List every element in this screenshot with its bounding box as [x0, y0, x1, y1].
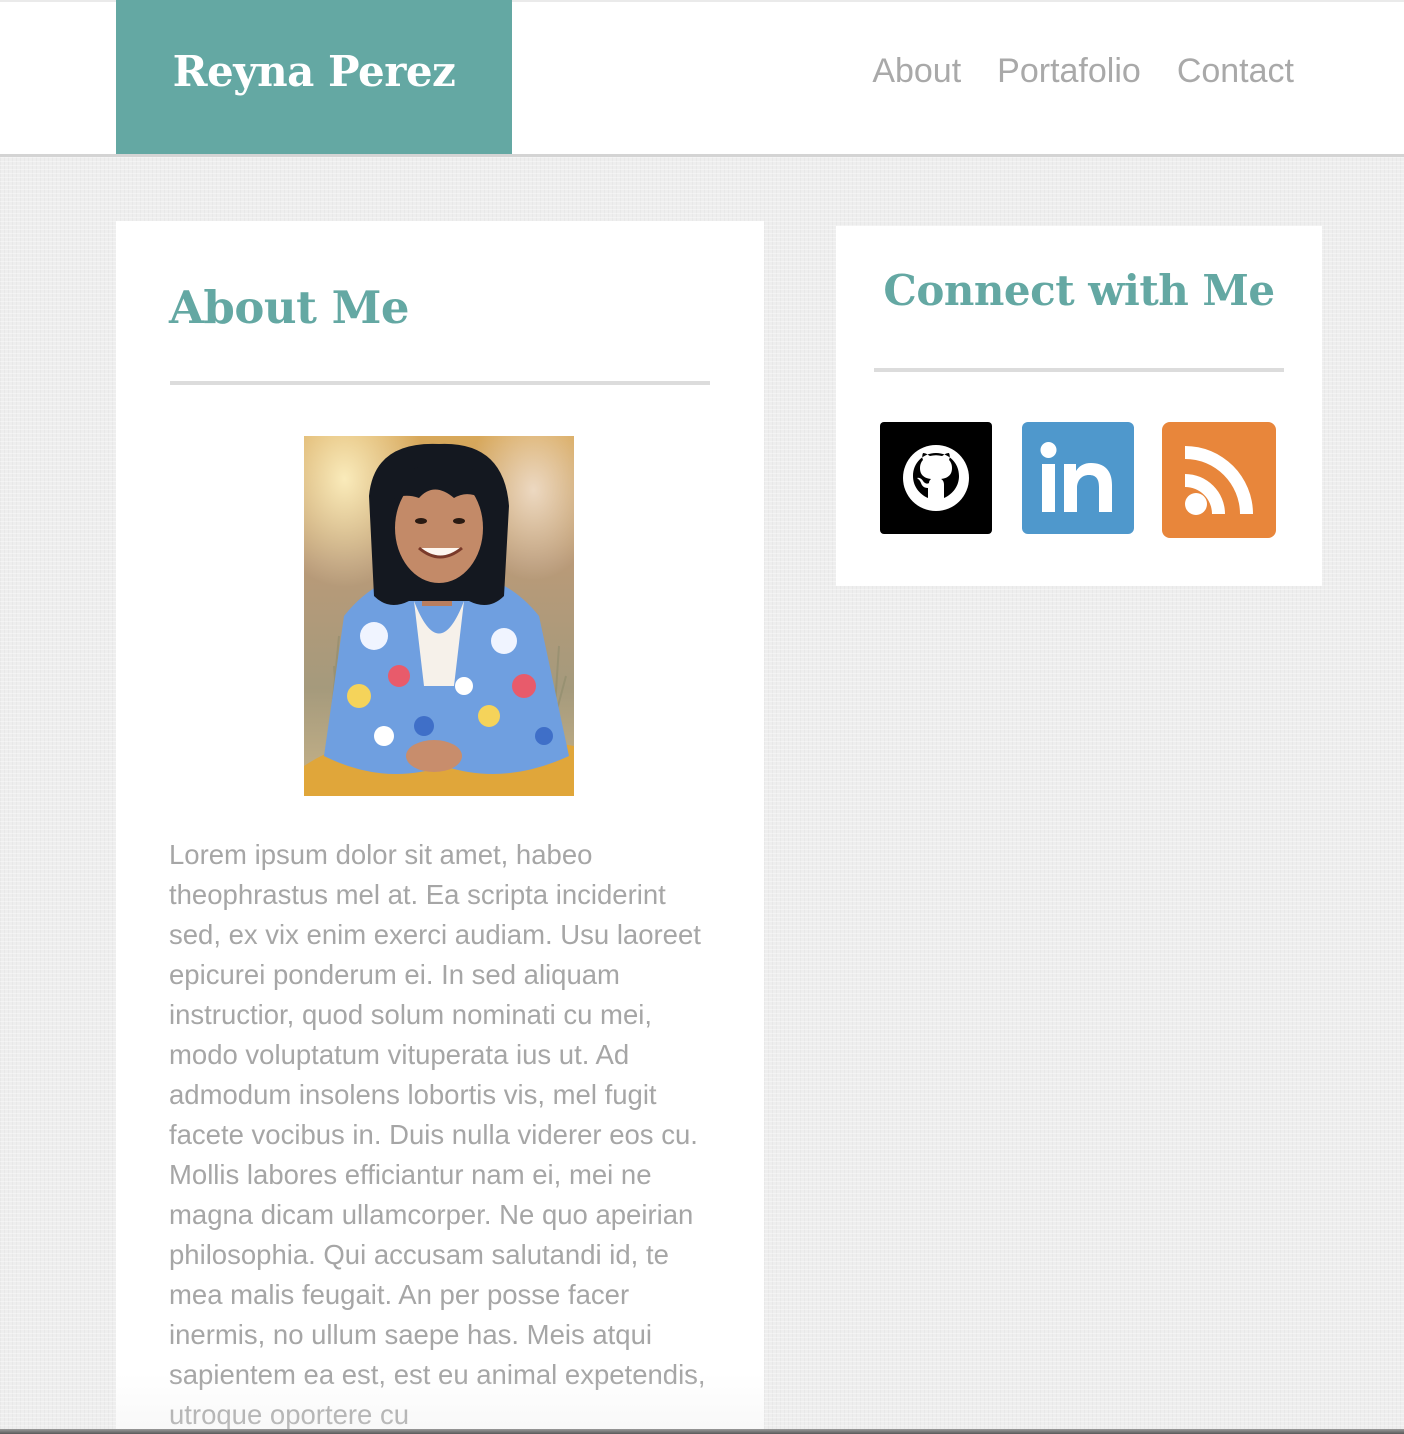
about-divider: [170, 381, 710, 385]
site-header: Reyna Perez About Portafolio Contact: [0, 0, 1404, 157]
rss-icon[interactable]: [1162, 422, 1276, 538]
main-nav: About Portafolio Contact: [872, 52, 1294, 91]
linkedin-icon[interactable]: [1022, 422, 1134, 534]
connect-divider: [874, 368, 1284, 372]
linkedin-link[interactable]: [1022, 422, 1134, 534]
profile-photo: [304, 436, 574, 796]
about-paragraph: Lorem ipsum dolor sit amet, habeo theoph…: [169, 839, 706, 1430]
github-link[interactable]: [880, 422, 992, 534]
bottom-border: [0, 1429, 1404, 1434]
logo-text[interactable]: Reyna Perez: [173, 47, 456, 96]
about-card: About Me Lorem ipsum dolor sit amet, hab…: [116, 221, 764, 1434]
nav-link-contact[interactable]: Contact: [1177, 52, 1294, 91]
connect-card: Connect with Me: [836, 226, 1322, 586]
about-title: About Me: [169, 281, 410, 334]
nav-link-about[interactable]: About: [872, 52, 961, 91]
connect-title: Connect with Me: [883, 266, 1275, 315]
github-icon[interactable]: [880, 422, 992, 534]
rss-link[interactable]: [1162, 422, 1276, 538]
profile-photo-illustration: [304, 436, 574, 796]
nav-link-portafolio[interactable]: Portafolio: [997, 52, 1141, 91]
logo[interactable]: Reyna Perez: [116, 0, 512, 154]
